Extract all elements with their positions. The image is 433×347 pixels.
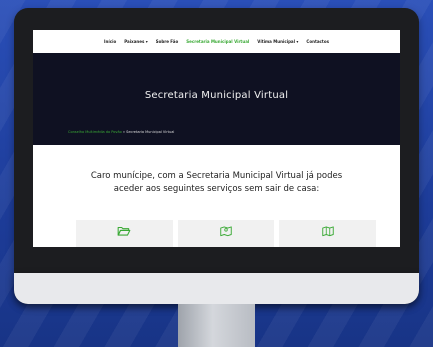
monitor-stand bbox=[178, 304, 255, 347]
map-icon bbox=[321, 226, 334, 237]
service-card-map[interactable] bbox=[279, 220, 377, 247]
nav-item-contactos[interactable]: Contactos bbox=[306, 39, 329, 44]
service-card-folder[interactable] bbox=[76, 220, 173, 247]
nav-item-secretaria[interactable]: Secretaria Municipal Virtual bbox=[186, 39, 249, 44]
top-navigation: Início Paixanes ▾ Sobre Fão Secretaria M… bbox=[33, 30, 400, 53]
nav-item-sobre[interactable]: Sobre Fão bbox=[156, 39, 179, 44]
monitor-chin bbox=[14, 273, 419, 304]
folder-open-icon bbox=[117, 226, 131, 236]
breadcrumb-home-link[interactable]: Conselho Multimédia do Povão bbox=[68, 130, 122, 134]
breadcrumb-current: Secretaria Municipal Virtual bbox=[126, 130, 175, 134]
service-cards bbox=[76, 220, 377, 247]
website-screen: Início Paixanes ▾ Sobre Fão Secretaria M… bbox=[33, 30, 400, 247]
nav-item-inicio[interactable]: Início bbox=[104, 39, 116, 44]
intro-line-1: Caro munícipe, com a Secretaria Municipa… bbox=[90, 171, 343, 181]
intro-line-2: aceder aos seguintes serviços sem sair d… bbox=[113, 184, 320, 194]
breadcrumb: Conselho Multimédia do Povão » Secretari… bbox=[68, 130, 174, 134]
page-title: Secretaria Municipal Virtual bbox=[144, 90, 289, 101]
service-card-map-pin[interactable] bbox=[177, 220, 275, 247]
map-pin-icon bbox=[220, 226, 232, 237]
nav-item-paixanes[interactable]: Paixanes ▾ bbox=[124, 39, 148, 44]
nav-item-vitima[interactable]: Vítima Municipal ▾ bbox=[257, 39, 298, 44]
intro-text: Caro munícipe, com a Secretaria Municipa… bbox=[33, 170, 400, 196]
